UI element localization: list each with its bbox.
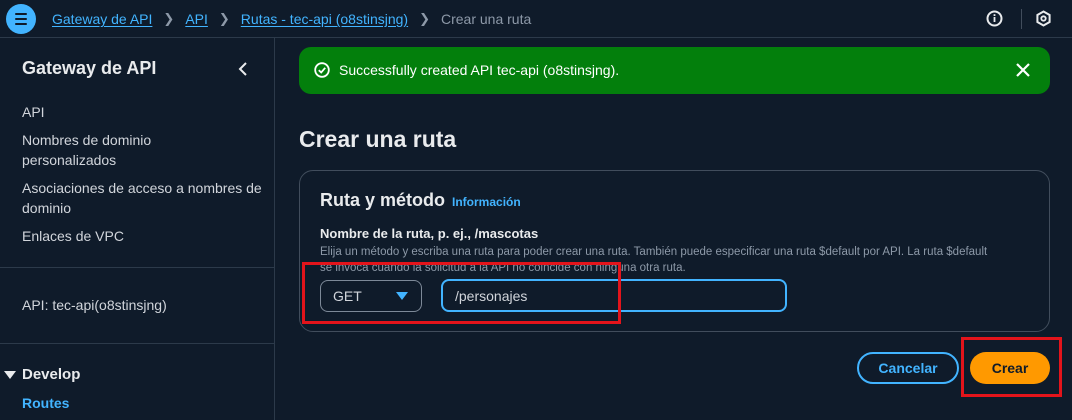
- info-link[interactable]: Información: [452, 195, 521, 209]
- sidebar-item-domain-access[interactable]: Asociaciones de acceso a nombres de domi…: [22, 178, 272, 218]
- close-icon[interactable]: [1015, 62, 1031, 78]
- chevron-right-icon: ❯: [419, 11, 430, 26]
- annotation-box: [302, 262, 621, 324]
- breadcrumb-current: Crear una ruta: [441, 11, 532, 27]
- sidebar-item-vpc-links[interactable]: Enlaces de VPC: [22, 226, 262, 246]
- caret-down-icon: [4, 370, 16, 379]
- sidebar: Gateway de API API Nombres de dominio pe…: [0, 38, 275, 420]
- flash-message: Successfully created API tec-api (o8stin…: [339, 62, 620, 78]
- breadcrumb-api[interactable]: API: [185, 11, 208, 27]
- route-field-label: Nombre de la ruta, p. ej., /mascotas: [320, 226, 539, 241]
- chevron-right-icon: ❯: [163, 11, 175, 26]
- sidebar-title: Gateway de API: [22, 58, 157, 78]
- info-icon[interactable]: [986, 10, 1003, 27]
- divider: [0, 267, 274, 268]
- menu-icon[interactable]: [6, 4, 36, 34]
- page-title: Crear una ruta: [299, 126, 457, 152]
- breadcrumb-rutas[interactable]: Rutas - tec-api (o8stinsjng): [241, 11, 408, 27]
- sidebar-section-label: Develop: [22, 366, 81, 383]
- success-flashbar: Successfully created API tec-api (o8stin…: [299, 47, 1050, 94]
- sidebar-section-develop[interactable]: Develop: [4, 366, 80, 383]
- divider: [1021, 9, 1022, 29]
- sidebar-item-custom-domains[interactable]: Nombres de dominio personalizados: [22, 130, 222, 170]
- breadcrumb: Gateway de API ❯ API ❯ Rutas - tec-api (…: [52, 0, 531, 38]
- container-header: Ruta y método Información: [320, 190, 521, 211]
- collapse-sidebar-icon[interactable]: [236, 60, 250, 78]
- sidebar-item-current-api[interactable]: API: tec-api(o8stinsjng): [22, 295, 262, 315]
- annotation-box: [961, 337, 1062, 397]
- cancel-button[interactable]: Cancelar: [857, 352, 959, 384]
- sidebar-item-api[interactable]: API: [22, 102, 262, 122]
- sidebar-item-routes[interactable]: Routes: [22, 395, 69, 411]
- divider: [0, 343, 274, 344]
- top-navigation-bar: Gateway de API ❯ API ❯ Rutas - tec-api (…: [0, 0, 1072, 38]
- success-check-icon: [314, 62, 330, 78]
- chevron-right-icon: ❯: [218, 11, 230, 26]
- section-title: Ruta y método: [320, 190, 446, 210]
- breadcrumb-gateway-de-api[interactable]: Gateway de API: [52, 11, 152, 27]
- settings-icon[interactable]: [1035, 10, 1052, 27]
